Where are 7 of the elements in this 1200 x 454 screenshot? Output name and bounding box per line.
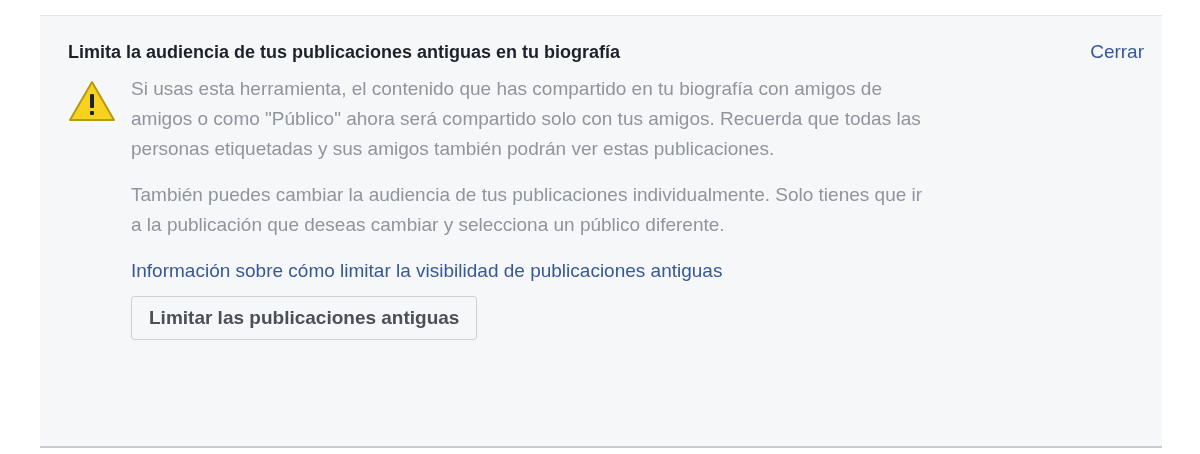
notice-paragraph: También puedes cambiar la audiencia de tus publicaciones individualmente. Solo tienes que ir a la publicación que deseas cambiar y selecciona un público diferente. [131,183,924,237]
warning-icon [68,80,116,122]
close-link[interactable]: Cerrar [1090,40,1144,64]
limit-button[interactable]: Limitar las publicaciones antiguas [131,296,478,340]
notice-paragraph: Si usas esta herramienta, el contenido que has compartido en tu biografía con amigos de amigos o como "Público" ahora será compartido solo con tus amigos. Recuerda que todas las personas etiquetadas y sus amigos también podrán ver estas publicaciones. [131,77,922,161]
info-link[interactable]: Información sobre cómo limitar la visibilidad de publicaciones antiguas [131,256,931,286]
notice-title: Limita la audiencia de tus publicaciones antiguas en tu biografía [68,41,621,64]
